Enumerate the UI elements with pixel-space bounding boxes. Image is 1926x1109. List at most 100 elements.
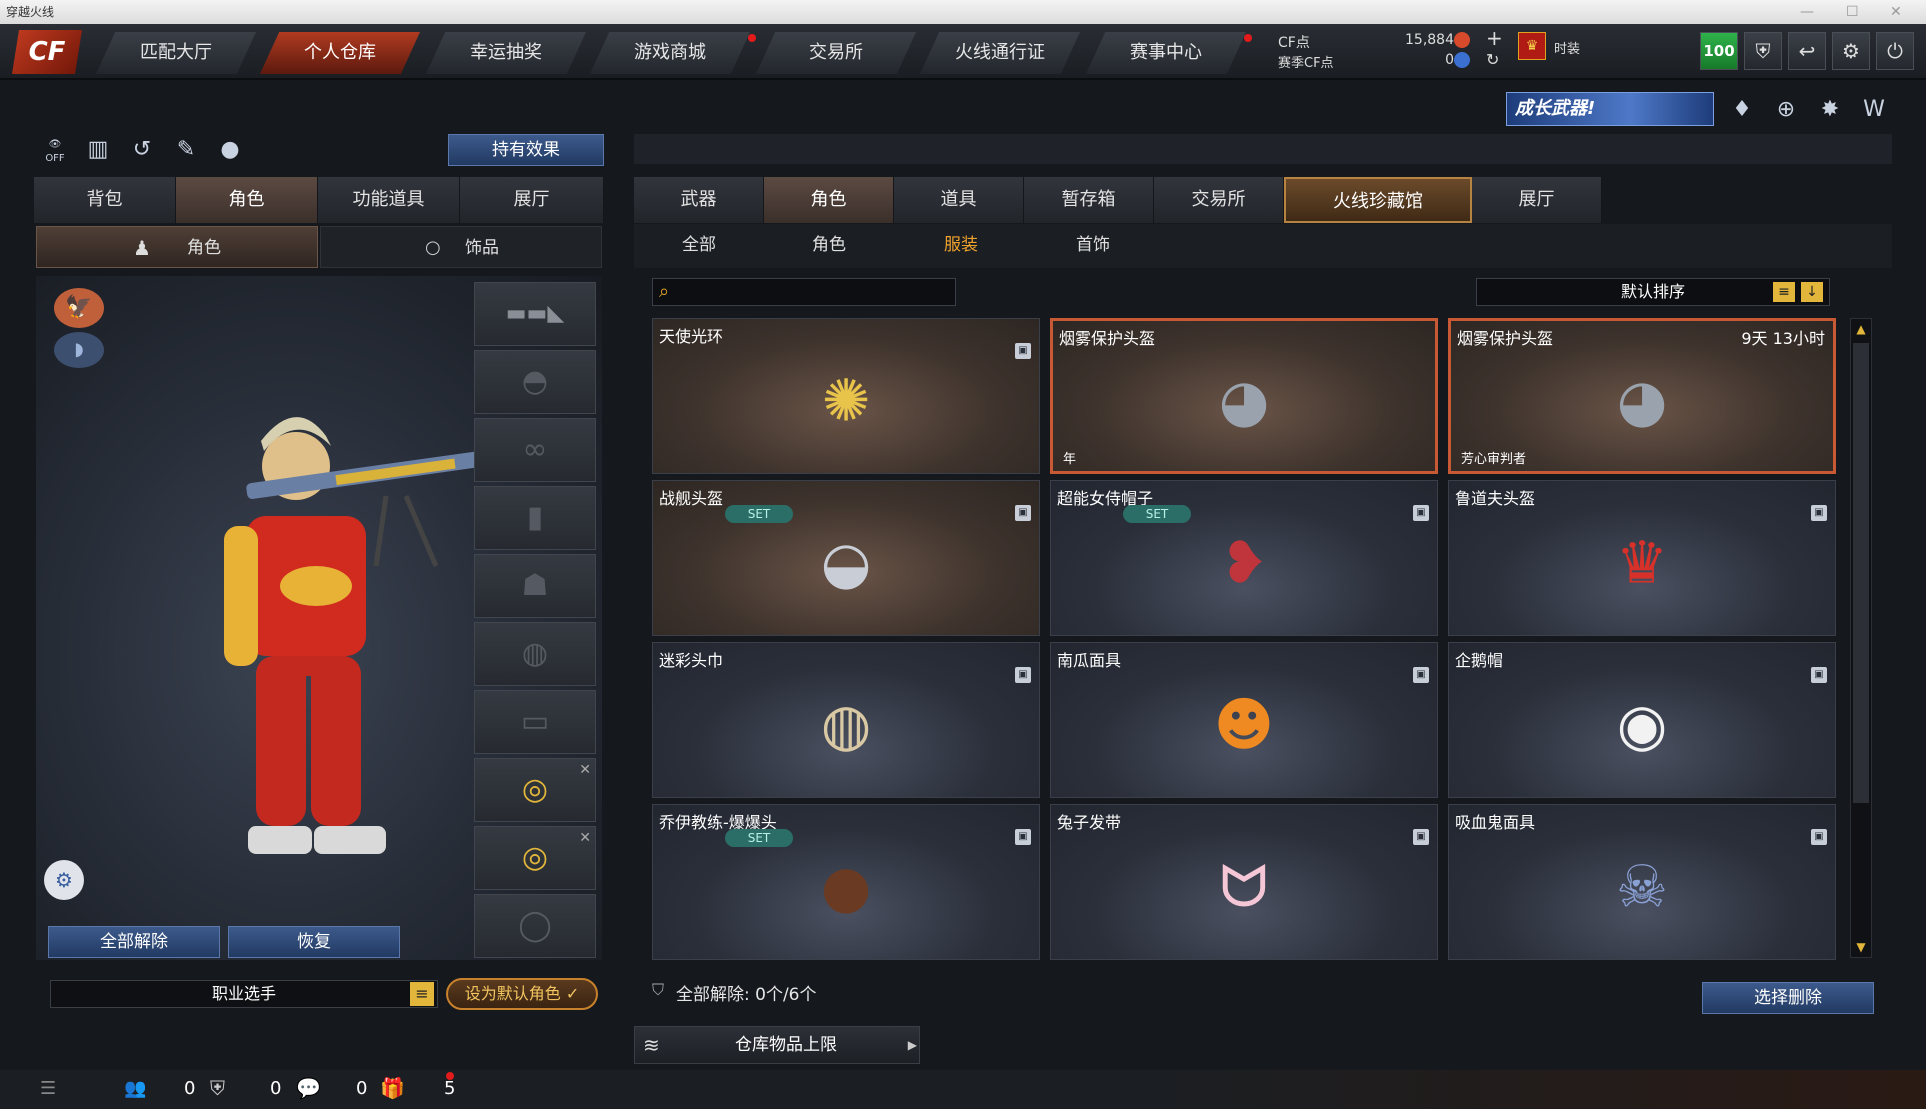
lock-icon[interactable]: ▣	[1015, 343, 1031, 359]
eagle-faction-icon[interactable]: 🦅	[54, 288, 104, 328]
item-card[interactable]: 超能女侍帽子 ▣ SET ❥	[1050, 480, 1438, 636]
maximize-icon[interactable]: ☐	[1846, 0, 1859, 24]
shield-icon[interactable]: ⛨	[1744, 32, 1782, 70]
rank-badge-icon[interactable]: ♛	[1518, 32, 1546, 60]
lock-icon[interactable]: ▣	[1413, 505, 1429, 521]
remove-icon[interactable]: ✕	[579, 739, 591, 801]
search-box[interactable]: ⌕	[652, 278, 956, 306]
helmet-slot[interactable]: ◓	[474, 350, 596, 414]
history-icon[interactable]: ↺	[126, 134, 158, 166]
cf-logo[interactable]: CF	[12, 30, 82, 74]
gift-icon[interactable]: 🎁	[380, 1076, 405, 1100]
item-card[interactable]: 天使光环 ▣ ✺	[652, 318, 1040, 474]
clan-shield-icon[interactable]: ⛨	[210, 1076, 225, 1100]
set-default-character-button[interactable]: 设为默认角色 ✓	[446, 978, 598, 1010]
level-badge[interactable]: 100	[1700, 32, 1738, 70]
restore-button[interactable]: 恢复	[228, 926, 400, 958]
lock-icon[interactable]: ▣	[1811, 667, 1827, 683]
arrow-right-icon[interactable]: ▶	[908, 1027, 917, 1063]
gear-icon[interactable]: ⚙	[1832, 32, 1870, 70]
lock-icon[interactable]: ▣	[1015, 505, 1031, 521]
growth-weapon-banner[interactable]: 成长武器!	[1506, 92, 1714, 126]
scroll-thumb[interactable]	[1853, 343, 1869, 803]
remove-icon[interactable]: ✕	[579, 807, 591, 869]
crosshair-icon[interactable]: ⊕	[1770, 94, 1802, 126]
tab-character[interactable]: 角色	[764, 177, 894, 223]
item-card[interactable]: 吸血鬼面具 ▣ ☠	[1448, 804, 1836, 960]
ring-slot-empty[interactable]: ◯	[474, 894, 596, 958]
tab-weapons[interactable]: 武器	[634, 177, 764, 223]
item-card[interactable]: 迷彩头巾 ▣ ◍	[652, 642, 1040, 798]
lock-icon[interactable]: ▣	[1413, 829, 1429, 845]
tab-temp-box[interactable]: 暂存箱	[1024, 177, 1154, 223]
return-icon[interactable]: ↩	[1788, 32, 1826, 70]
torso-slot[interactable]: ☗	[474, 554, 596, 618]
subtab-outfit[interactable]: 服装	[896, 224, 1026, 266]
item-card[interactable]: 烟雾保护头盔 ◕ 年	[1050, 318, 1438, 474]
nav-tab-match-lobby[interactable]: 匹配大厅	[96, 32, 256, 74]
pants-slot[interactable]: ▭	[474, 690, 596, 754]
subtab-jewelry[interactable]: 首饰	[1028, 224, 1158, 266]
menu-icon[interactable]: ☰	[40, 1078, 56, 1099]
tab-functional-items[interactable]: 功能道具	[318, 177, 460, 223]
subtab-all[interactable]: 全部	[634, 224, 764, 266]
stats-icon[interactable]: ▥	[82, 134, 114, 166]
scroll-up-icon[interactable]: ▲	[1853, 321, 1869, 337]
nav-tab-personal-storage[interactable]: 个人仓库	[260, 32, 420, 74]
bag-slot[interactable]: ◍	[474, 622, 596, 686]
lock-icon[interactable]: ▣	[1811, 505, 1827, 521]
search-input[interactable]	[683, 281, 951, 303]
sort-dropdown[interactable]: 默认排序 ≡ ↓	[1476, 278, 1830, 306]
item-card[interactable]: 乔伊教练-爆爆头 ▣ SET ●	[652, 804, 1040, 960]
lock-icon[interactable]: ▣	[1015, 829, 1031, 845]
minimize-icon[interactable]: —	[1800, 0, 1814, 24]
glasses-slot[interactable]: ∞	[474, 418, 596, 482]
v-badge-icon[interactable]: ♦	[1726, 94, 1758, 126]
storage-limit-bar[interactable]: ≋ 仓库物品上限 ▶	[634, 1026, 920, 1064]
menu-icon[interactable]: ≡	[410, 982, 434, 1006]
add-points-icon[interactable]: +	[1486, 26, 1503, 50]
refresh-icon[interactable]: ↻	[1486, 50, 1499, 69]
spray-icon[interactable]: ✎	[170, 134, 202, 166]
select-delete-button[interactable]: 选择删除	[1702, 982, 1874, 1014]
tab-items[interactable]: 道具	[894, 177, 1024, 223]
weapon-slot[interactable]: ▬▬◣	[474, 282, 596, 346]
chat-icon[interactable]: 💬	[296, 1076, 321, 1100]
grenade-icon[interactable]: ✸	[1814, 94, 1846, 126]
tab-showroom[interactable]: 展厅	[1472, 177, 1602, 223]
nav-tab-exchange[interactable]: 交易所	[756, 32, 916, 74]
ring-slot[interactable]: ◎ ✕	[474, 826, 596, 890]
nav-tab-event-center[interactable]: 赛事中心	[1086, 32, 1246, 74]
item-card[interactable]: 战舰头盔 ▣ SET ◒	[652, 480, 1040, 636]
mask-faction-icon[interactable]: ◗	[54, 332, 104, 368]
lock-icon[interactable]: ▣	[1015, 667, 1031, 683]
nav-tab-lucky-draw[interactable]: 幸运抽奖	[426, 32, 586, 74]
friends-icon[interactable]: 👥	[124, 1078, 146, 1099]
grenade-icon[interactable]: ●	[214, 134, 246, 166]
disc-settings-icon[interactable]: ⚙	[44, 860, 84, 900]
scrollbar[interactable]: ▲ ▼	[1850, 318, 1872, 958]
tab-backpack[interactable]: 背包	[34, 177, 176, 223]
item-card[interactable]: 兔子发带 ▣ ᗢ	[1050, 804, 1438, 960]
vest-slot[interactable]: ▮	[474, 486, 596, 550]
power-icon[interactable]: ⏻	[1876, 32, 1914, 70]
lock-icon[interactable]: ▣	[1811, 829, 1827, 845]
visibility-toggle-icon[interactable]: 👁 OFF	[38, 134, 72, 166]
list-icon[interactable]: ≡	[1773, 282, 1795, 302]
nav-tab-game-store[interactable]: 游戏商城	[590, 32, 750, 74]
item-card[interactable]: 烟雾保护头盔 9天 13小时 ◕ 芳心审判者	[1448, 318, 1836, 474]
ring-slot[interactable]: ◎ ✕	[474, 758, 596, 822]
tab-collection[interactable]: 火线珍藏馆	[1284, 177, 1472, 223]
sort-down-icon[interactable]: ↓	[1801, 282, 1823, 302]
character-name-field[interactable]: 职业选手	[50, 980, 438, 1008]
subtab-character[interactable]: 角色	[764, 224, 894, 266]
scroll-down-icon[interactable]: ▼	[1853, 939, 1869, 955]
item-card[interactable]: 南瓜面具 ▣ ☻	[1050, 642, 1438, 798]
item-card[interactable]: 鲁道夫头盔 ▣ ♛	[1448, 480, 1836, 636]
lock-icon[interactable]: ▣	[1413, 667, 1429, 683]
nav-tab-battle-pass[interactable]: 火线通行证	[920, 32, 1080, 74]
holding-effect-button[interactable]: 持有效果	[448, 134, 604, 166]
tab-showroom[interactable]: 展厅	[460, 177, 604, 223]
subtab-character[interactable]: ♟ 角色	[36, 226, 318, 268]
tab-exchange[interactable]: 交易所	[1154, 177, 1284, 223]
